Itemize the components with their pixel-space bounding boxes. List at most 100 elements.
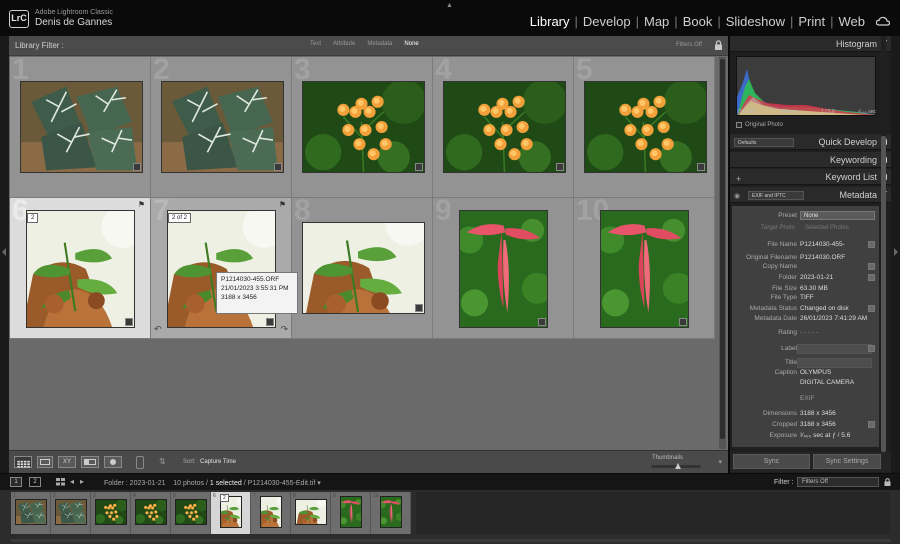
filter-option-text[interactable]: Text <box>305 41 326 47</box>
filmstrip-thumbnail[interactable] <box>340 496 362 528</box>
edited-badge-icon[interactable] <box>125 318 133 326</box>
histogram-header[interactable]: Histogram <box>730 36 891 52</box>
edited-badge-icon[interactable] <box>556 163 564 171</box>
grid-view-button[interactable] <box>14 456 32 468</box>
metadata-action-button[interactable] <box>868 263 875 270</box>
edited-badge-icon[interactable] <box>415 304 423 312</box>
filmstrip-cell[interactable]: 7 <box>251 492 291 534</box>
filmstrip-cell[interactable]: 5 <box>171 492 211 534</box>
metadata-action-button[interactable] <box>868 241 875 248</box>
people-view-button[interactable] <box>104 456 122 468</box>
edited-badge-icon[interactable] <box>266 318 274 326</box>
photo-thumbnail[interactable] <box>20 81 143 173</box>
stack-count-badge[interactable]: 2 of 2 <box>168 213 192 223</box>
filmstrip-stack-badge[interactable]: 2 <box>220 494 229 502</box>
filmstrip-thumbnail[interactable] <box>260 496 282 528</box>
forward-arrow-icon[interactable]: ▸ <box>80 477 90 486</box>
filmstrip-cell[interactable]: 62 <box>211 492 251 534</box>
filmstrip-thumbnail[interactable] <box>380 496 402 528</box>
module-map[interactable]: Map <box>643 14 670 29</box>
photo-thumbnail[interactable] <box>302 81 425 173</box>
lock-icon[interactable] <box>714 40 723 51</box>
loupe-view-button[interactable] <box>37 456 53 468</box>
photo-thumbnail[interactable] <box>584 81 707 173</box>
grid-cell[interactable]: 4 <box>433 57 574 198</box>
filmstrip-thumbnail[interactable] <box>135 499 167 525</box>
photo-thumbnail[interactable] <box>161 81 284 173</box>
filmstrip-source[interactable]: Folder : 2023-01-21 10 photos / 1 select… <box>104 479 321 487</box>
filmstrip-cell[interactable]: 9 <box>331 492 371 534</box>
edited-badge-icon[interactable] <box>697 163 705 171</box>
module-print[interactable]: Print <box>797 14 826 29</box>
filter-option-metadata[interactable]: Metadata <box>362 41 397 47</box>
thumbnail-size-slider[interactable] <box>651 463 701 469</box>
right-edge-strip[interactable] <box>891 36 900 473</box>
rotate-left-icon[interactable]: ↶ <box>154 324 162 335</box>
selected-photos-tab[interactable]: Selected Photos <box>805 225 849 231</box>
grid-icon[interactable] <box>56 478 65 486</box>
sort-select[interactable]: Capture Time <box>200 459 236 465</box>
original-photo-checkbox[interactable] <box>736 122 742 128</box>
grid-cell[interactable]: 72 of 2 ⚑ ↶ ↷ <box>151 198 292 339</box>
photo-thumbnail[interactable] <box>459 210 548 328</box>
grid-cell[interactable]: 6 2 ⚑ <box>10 198 151 339</box>
filmstrip-cell[interactable]: 2 <box>51 492 91 534</box>
expand-left-icon[interactable] <box>2 248 6 256</box>
metadata-action-button[interactable] <box>868 274 875 281</box>
metadata-value[interactable]: P1214030-455- <box>800 241 845 248</box>
keyword-list-header[interactable]: Keyword List <box>730 169 891 185</box>
grid-cell[interactable]: 2 <box>151 57 292 198</box>
expand-right-icon[interactable] <box>894 248 898 256</box>
edited-badge-icon[interactable] <box>133 163 141 171</box>
main-screen-button[interactable]: 1 <box>10 477 22 487</box>
photo-thumbnail[interactable] <box>443 81 566 173</box>
top-panel-toggle-icon[interactable]: ▲ <box>446 2 453 9</box>
flag-icon[interactable]: ⚑ <box>138 200 145 209</box>
metadata-eye-icon[interactable]: ◉ <box>734 192 740 200</box>
filter-option-none[interactable]: None <box>399 41 423 47</box>
module-develop[interactable]: Develop <box>582 14 632 29</box>
filmstrip-thumbnail[interactable] <box>175 499 207 525</box>
metadata-preset-select[interactable]: None <box>800 211 875 220</box>
filmstrip-scrollbar[interactable] <box>11 539 891 542</box>
survey-view-button[interactable] <box>81 456 99 468</box>
photo-thumbnail[interactable] <box>26 210 135 328</box>
secondary-screen-button[interactable]: 2 <box>29 477 41 487</box>
thumbnail-size-knob[interactable] <box>675 463 681 469</box>
module-web[interactable]: Web <box>838 14 867 29</box>
module-slideshow[interactable]: Slideshow <box>725 14 786 29</box>
metadata-action-button[interactable] <box>868 421 875 428</box>
filmstrip-cell[interactable]: 8 <box>291 492 331 534</box>
rotate-right-icon[interactable]: ↷ <box>280 324 288 335</box>
metadata-value[interactable]: OLYMPUS <box>800 369 831 376</box>
right-panel-scroll-thumb[interactable] <box>881 136 886 452</box>
filmstrip-thumbnail[interactable] <box>295 499 327 525</box>
original-photo-toggle[interactable]: Original Photo <box>736 122 783 128</box>
target-photo-tab[interactable]: Target Photo <box>761 225 795 231</box>
keywording-header[interactable]: Keywording <box>730 152 891 168</box>
quick-develop-preset-select[interactable]: Defaults <box>734 138 794 147</box>
edited-badge-icon[interactable] <box>538 318 546 326</box>
grid-cell[interactable]: 1 <box>10 57 151 198</box>
metadata-set-select[interactable]: EXIF and IPTC <box>748 191 804 200</box>
filmstrip-cell[interactable]: 3 <box>91 492 131 534</box>
module-book[interactable]: Book <box>682 14 714 29</box>
back-arrow-icon[interactable]: ◂ <box>70 477 80 486</box>
metadata-action-button[interactable] <box>868 305 875 312</box>
filmstrip-cell[interactable]: 4 <box>131 492 171 534</box>
flag-icon[interactable]: ⚑ <box>279 200 286 209</box>
filter-lock-icon[interactable] <box>884 478 891 486</box>
add-keyword-plus-icon[interactable]: + <box>736 174 741 184</box>
filter-option-attribute[interactable]: Attribute <box>328 41 360 47</box>
edited-badge-icon[interactable] <box>415 163 423 171</box>
cloud-sync-icon[interactable] <box>876 16 890 26</box>
photo-thumbnail[interactable] <box>600 210 689 328</box>
grid-cell[interactable]: 9 <box>433 198 574 339</box>
grid-scroll-thumb[interactable] <box>720 59 725 439</box>
filmstrip-cell[interactable]: 10 <box>371 492 411 534</box>
sync-settings-button[interactable]: Sync Settings <box>813 454 881 469</box>
module-library[interactable]: Library <box>529 14 571 29</box>
grid-cell[interactable]: 3 <box>292 57 433 198</box>
filmstrip-thumbnail[interactable] <box>95 499 127 525</box>
stack-count-badge[interactable]: 2 <box>27 213 39 223</box>
